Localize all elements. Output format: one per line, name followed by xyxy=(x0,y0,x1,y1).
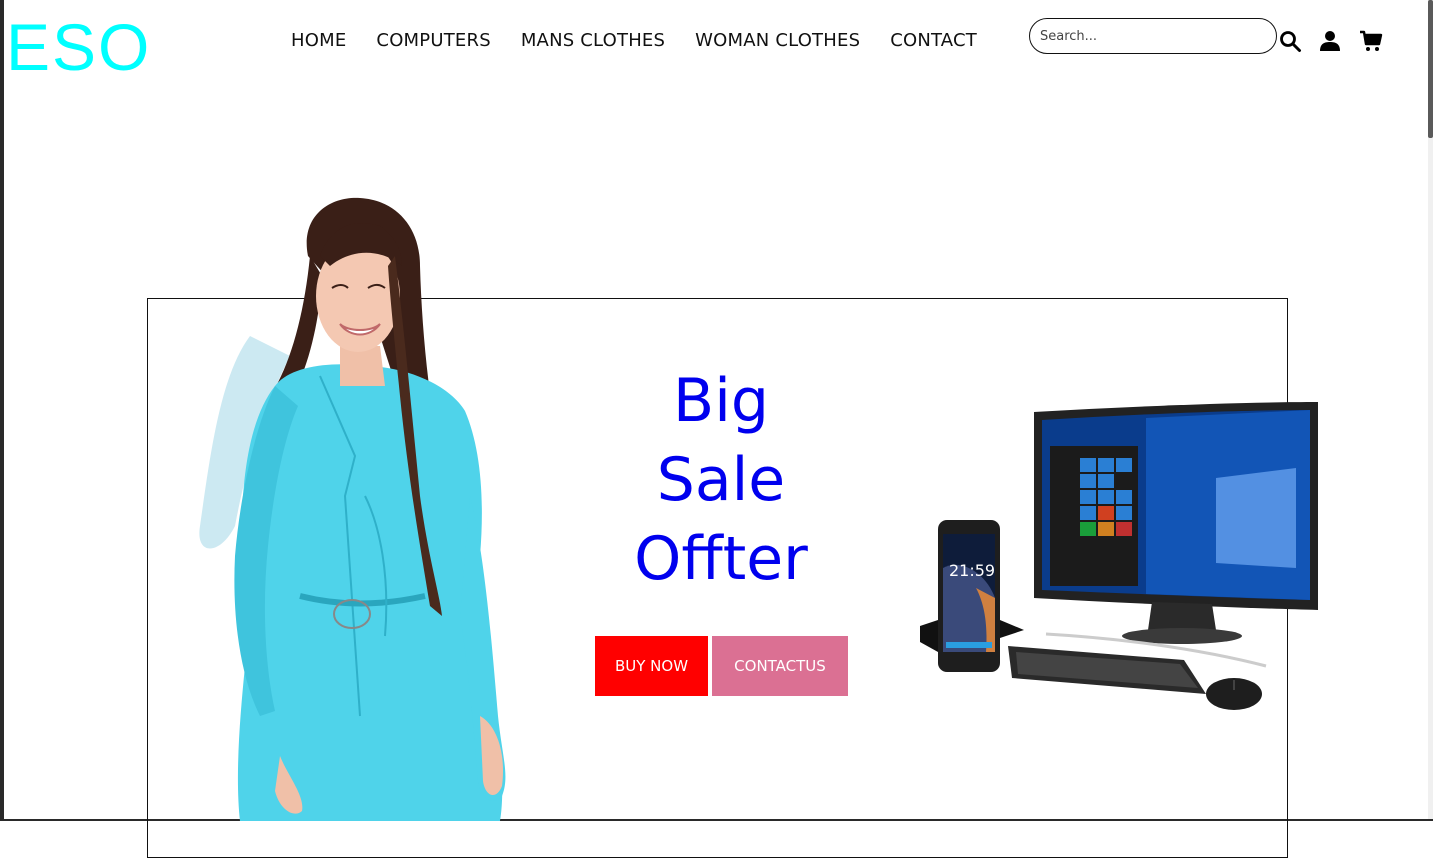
buy-now-button[interactable]: BUY NOW xyxy=(595,636,708,696)
main-nav: HOME COMPUTERS MANS CLOTHES WOMAN CLOTHE… xyxy=(291,30,977,51)
search-input[interactable] xyxy=(1029,18,1277,54)
woman-image xyxy=(180,196,530,821)
headline-line-1: Big xyxy=(673,366,769,436)
user-icon[interactable] xyxy=(1318,29,1342,53)
cart-icon[interactable] xyxy=(1359,29,1383,53)
nav-item-home[interactable]: HOME xyxy=(291,30,346,51)
nav-item-woman-clothes[interactable]: WOMAN CLOTHES xyxy=(695,30,860,51)
scrollbar-thumb[interactable] xyxy=(1428,0,1433,138)
contact-us-button[interactable]: CONTACTUS xyxy=(712,636,848,696)
vertical-scrollbar[interactable] xyxy=(1428,0,1433,821)
nav-item-contact[interactable]: CONTACT xyxy=(890,30,977,51)
computer-phone-image: 21:59 xyxy=(916,398,1326,718)
hero-headline: Big Sale Offter xyxy=(590,362,852,599)
nav-item-mans-clothes[interactable]: MANS CLOTHES xyxy=(521,30,665,51)
site-logo[interactable]: ESO xyxy=(6,14,151,80)
headline-line-3: Offter xyxy=(634,524,808,594)
window-edge-left xyxy=(0,0,4,821)
search-icon[interactable] xyxy=(1278,29,1302,53)
svg-text:21:59: 21:59 xyxy=(949,561,995,580)
nav-item-computers[interactable]: COMPUTERS xyxy=(376,30,490,51)
headline-line-2: Sale xyxy=(656,445,786,515)
